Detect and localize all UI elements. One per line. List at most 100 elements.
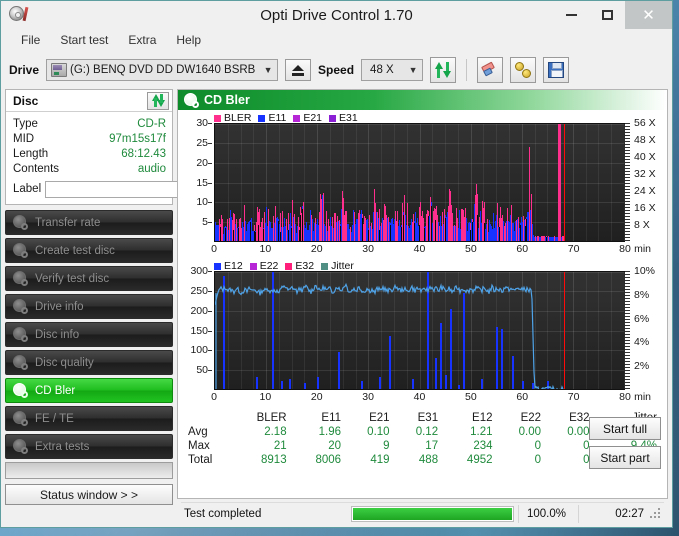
disc-row-length: Length 68:12.43 bbox=[13, 146, 166, 161]
y-tick-label: 300 bbox=[190, 265, 208, 277]
sidebar-item-label: CD Bler bbox=[35, 384, 76, 397]
disc-row-key: MID bbox=[13, 132, 35, 145]
y-tick-label: 150 bbox=[190, 324, 208, 337]
disc-row-key: Contents bbox=[13, 162, 60, 175]
save-button[interactable] bbox=[543, 57, 570, 83]
stats-cell: 8006 bbox=[315, 454, 342, 466]
y-tick-label: 250 bbox=[190, 284, 208, 297]
sidebar-item-drive-info[interactable]: Drive info bbox=[5, 294, 173, 319]
disc-row-value: audio bbox=[137, 162, 166, 175]
sidebar-filler bbox=[5, 462, 173, 479]
resize-grip[interactable] bbox=[650, 507, 662, 520]
y-tick-label: 20 bbox=[196, 156, 208, 169]
stats-cell: 1.96 bbox=[318, 426, 342, 438]
legend-swatch bbox=[249, 262, 257, 270]
right-column: CD Bler BLER E11 E21 E31 5 10 15 20 25 3… bbox=[177, 89, 668, 527]
stats-cell: 21 bbox=[273, 440, 287, 452]
stats-cell: 419 bbox=[370, 454, 390, 466]
stats-cell: 0.00 bbox=[567, 426, 590, 438]
menu-file[interactable]: File bbox=[11, 31, 50, 49]
disc-panel: Disc Type CD-R MID 97m15s17f Length 68:1… bbox=[5, 89, 245, 205]
stats-cell: 0.12 bbox=[415, 426, 439, 438]
left-column: Disc Type CD-R MID 97m15s17f Length 68:1… bbox=[5, 89, 245, 527]
status-window-button[interactable]: Status window > > bbox=[5, 484, 173, 505]
legend-swatch bbox=[329, 114, 337, 122]
stats-cell: 234 bbox=[473, 440, 493, 452]
title-bar: Opti Drive Control 1.70 ✕ bbox=[1, 1, 672, 29]
drive-select-value: (G:) BENQ DVD DD DW1640 BSRB bbox=[70, 64, 256, 76]
sidebar-item-create-test-disc[interactable]: Create test disc bbox=[5, 238, 173, 263]
disc-row-type: Type CD-R bbox=[13, 116, 166, 131]
x-tick-label: 50 bbox=[465, 391, 477, 403]
refresh-button[interactable] bbox=[430, 57, 457, 83]
disc-icon bbox=[13, 383, 28, 398]
chart-card: CD Bler BLER E11 E21 E31 5 10 15 20 25 3… bbox=[177, 89, 668, 499]
sidebar-item-transfer-rate[interactable]: Transfer rate bbox=[5, 210, 173, 235]
legend-item-e12: E12 bbox=[214, 260, 243, 272]
legend-label: E11 bbox=[268, 112, 287, 124]
drive-select[interactable]: (G:) BENQ DVD DD DW1640 BSRB ▼ bbox=[46, 59, 279, 81]
x-tick-label: 80 bbox=[619, 391, 631, 403]
speed-select[interactable]: 48 X ▼ bbox=[361, 59, 424, 81]
jitter-plot-area bbox=[214, 271, 625, 390]
y2-tick-label: 56 X bbox=[634, 117, 656, 129]
legend-swatch bbox=[214, 262, 221, 270]
x-axis-unit: min bbox=[634, 243, 651, 255]
sidebar-item-label: Verify test disc bbox=[35, 272, 110, 285]
legend-label: E32 bbox=[295, 260, 315, 272]
eject-button[interactable] bbox=[285, 59, 312, 81]
x-axis-unit: min bbox=[634, 391, 651, 403]
eject-icon bbox=[292, 64, 305, 71]
stats-cell: 8913 bbox=[261, 454, 287, 466]
legend-label: E21 bbox=[303, 112, 323, 124]
save-icon bbox=[548, 62, 565, 78]
x-tick-label: 30 bbox=[362, 391, 374, 403]
x-tick-label: 60 bbox=[516, 391, 529, 403]
y2-tick-label: 16 X bbox=[634, 202, 656, 214]
menu-help[interactable]: Help bbox=[166, 31, 211, 49]
disc-refresh-button[interactable] bbox=[147, 91, 169, 110]
sidebar-item-verify-test-disc[interactable]: Verify test disc bbox=[5, 266, 173, 291]
stats-col-e32: E32 bbox=[569, 412, 590, 424]
y-tick-label: 10 bbox=[196, 196, 208, 209]
sidebar-item-fe-te[interactable]: FE / TE bbox=[5, 406, 173, 431]
stats-row-key: Max bbox=[188, 440, 210, 452]
sidebar-item-cd-bler[interactable]: CD Bler bbox=[5, 378, 173, 403]
sidebar-item-label: Disc info bbox=[35, 328, 80, 341]
chevron-down-icon: ▼ bbox=[408, 64, 418, 75]
start-full-button[interactable]: Start full bbox=[589, 417, 661, 440]
stats-cell: 0 bbox=[534, 440, 542, 452]
sidebar-item-label: Drive info bbox=[35, 300, 84, 313]
eraser-icon bbox=[481, 61, 499, 78]
sidebar-item-extra-tests[interactable]: Extra tests bbox=[5, 434, 173, 459]
main-body: Disc Type CD-R MID 97m15s17f Length 68:1… bbox=[1, 89, 672, 527]
start-part-button[interactable]: Start part bbox=[589, 446, 661, 469]
disc-icon bbox=[13, 439, 28, 454]
y2-tick-label: 24 X bbox=[634, 185, 656, 197]
disc-icon bbox=[184, 93, 199, 108]
y-tick-label: 100 bbox=[190, 344, 208, 357]
drive-label: Drive bbox=[9, 63, 40, 77]
settings-button[interactable] bbox=[510, 57, 537, 83]
progress-bar bbox=[351, 505, 514, 522]
bler-speed-axis: 8 X 16 X 24 X 32 X 40 X 48 X 56 X bbox=[627, 117, 667, 242]
x-tick-label: 40 bbox=[413, 243, 426, 255]
sidebar-nav: Transfer rate Create test disc Verify te… bbox=[5, 210, 173, 459]
progress-percent: 100.0% bbox=[518, 504, 578, 523]
y2-tick-label: 8% bbox=[634, 288, 650, 301]
window-title: Opti Drive Control 1.70 bbox=[260, 6, 413, 24]
stats-cell: 0.10 bbox=[367, 426, 390, 438]
stats-col-bler: BLER bbox=[256, 412, 287, 424]
legend-item-e31: E31 bbox=[329, 112, 358, 124]
chart-header: CD Bler bbox=[178, 90, 667, 110]
menu-extra[interactable]: Extra bbox=[118, 31, 166, 49]
stats-row-key: Total bbox=[188, 454, 213, 466]
legend-label: E12 bbox=[224, 260, 243, 272]
menu-start-test[interactable]: Start test bbox=[50, 31, 118, 49]
stats-cell: 1.21 bbox=[470, 426, 493, 438]
sidebar-item-disc-quality[interactable]: Disc quality bbox=[5, 350, 173, 375]
erase-button[interactable] bbox=[477, 57, 504, 83]
gold-coins-icon bbox=[515, 62, 532, 78]
sidebar-item-disc-info[interactable]: Disc info bbox=[5, 322, 173, 347]
disc-row-value: 97m15s17f bbox=[109, 132, 166, 145]
